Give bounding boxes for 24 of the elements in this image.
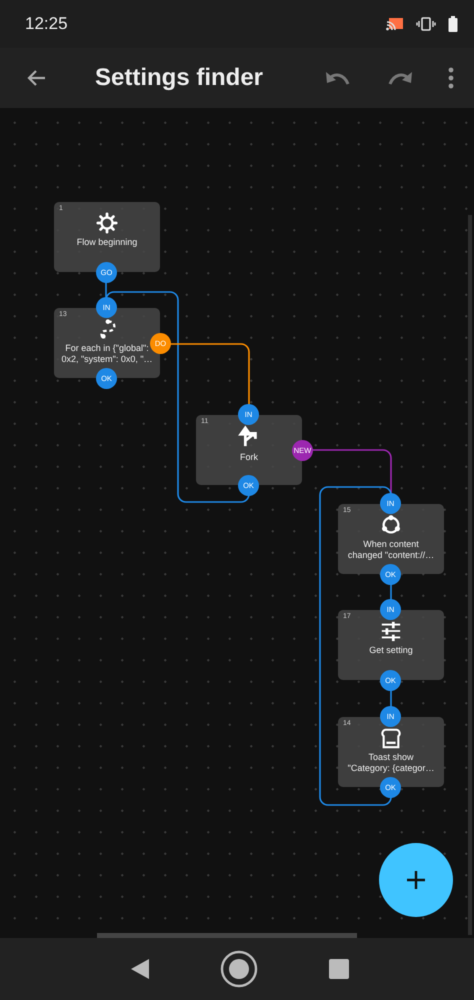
scrollbar[interactable]	[97, 933, 357, 938]
toast-icon	[380, 727, 402, 749]
back-triangle-icon[interactable]	[130, 958, 150, 980]
status-time: 12:25	[25, 14, 68, 34]
sliders-icon	[380, 620, 402, 642]
cast-icon	[386, 17, 404, 31]
node-title: Flow beginning	[76, 237, 138, 248]
node-title: Get setting	[369, 645, 413, 656]
plus-icon	[405, 869, 427, 891]
redo-icon[interactable]	[386, 69, 414, 87]
gear-icon	[96, 212, 118, 234]
more-options-icon[interactable]	[448, 67, 454, 89]
node-title: Fork	[240, 452, 258, 464]
recents-square-icon[interactable]	[328, 959, 349, 979]
fork-arrow-icon	[238, 425, 260, 449]
screen-title: Settings finder	[95, 64, 264, 92]
node-title: Toast show "Category: {categor…	[348, 752, 434, 774]
sync-icon	[380, 514, 402, 536]
undo-icon[interactable]	[324, 69, 352, 87]
battery-icon	[448, 16, 458, 32]
node-title: When content changed "content://…	[348, 539, 434, 562]
vibrate-icon	[416, 17, 436, 31]
home-circle-icon[interactable]	[220, 950, 258, 988]
node-title: For each in {"global": 0x2, "system": 0x0, "…	[61, 343, 153, 366]
